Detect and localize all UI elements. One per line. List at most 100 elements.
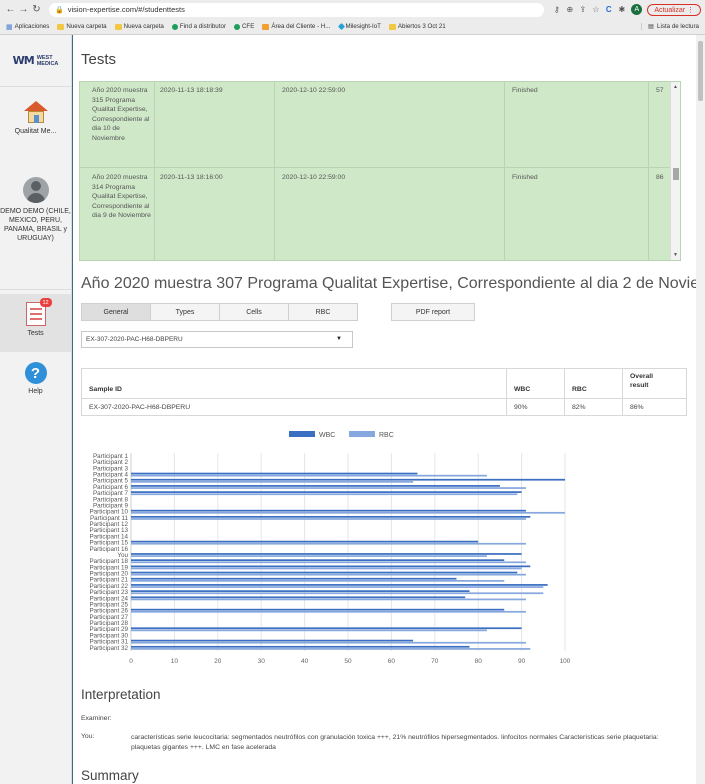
bookmark-label: Aplicaciones: [14, 23, 50, 30]
bookmark-folder-2[interactable]: Nueva carpeta: [114, 23, 164, 30]
help-question-icon: ?: [24, 362, 47, 384]
sidebar-item-label: Help: [28, 388, 43, 395]
cell-overall: 86%: [630, 404, 644, 411]
bar-rbc: [131, 629, 487, 632]
reload-icon[interactable]: ↻: [30, 4, 43, 15]
bar-wbc: [131, 571, 518, 574]
test-end: 2020-12-10 22:59:00: [282, 87, 346, 94]
sidebar-item-label: Qualitat Me...: [14, 128, 57, 135]
column-divider: [622, 369, 623, 415]
bookmarks-bar: ▦ Aplicaciones Nueva carpeta Nueva carpet…: [0, 19, 705, 34]
column-divider: [506, 369, 507, 415]
reading-list[interactable]: ▤ Lista de lectura: [641, 23, 699, 30]
browser-chrome: ← → ↻ 🔒 vision-expertise.com/#/studentte…: [0, 0, 705, 35]
star-icon[interactable]: ☆: [589, 5, 602, 14]
profile-avatar[interactable]: A: [631, 4, 643, 15]
scroll-up-icon[interactable]: ▲: [673, 84, 678, 90]
site-icon: [262, 23, 270, 30]
test-heading: Año 2020 muestra 307 Programa Qualitat E…: [81, 275, 696, 293]
bookmark-distributor[interactable]: Find a distributor: [171, 23, 226, 30]
test-status: Finished: [512, 87, 538, 94]
sample-select-value: EX-307-2020-PAC-H68-DBPERU: [86, 336, 183, 343]
bar-rbc: [131, 573, 526, 576]
diamond-icon: [337, 22, 345, 31]
bookmark-label: Área del Cliente - H...: [271, 23, 331, 30]
bookmark-label: Nueva carpeta: [66, 23, 107, 30]
table-row[interactable]: Año 2020 muestra 314 Programa Qualitat E…: [80, 169, 670, 260]
test-name: Año 2020 muestra 314 Programa Qualitat E…: [92, 174, 151, 219]
address-bar[interactable]: 🔒 vision-expertise.com/#/studenttests: [49, 2, 545, 17]
table-row[interactable]: Año 2020 muestra 315 Programa Qualitat E…: [80, 82, 670, 168]
extension-c-icon[interactable]: C: [602, 5, 615, 14]
bar-rbc: [131, 598, 526, 601]
bookmark-label: Nueva carpeta: [123, 23, 164, 30]
page-scroll-thumb[interactable]: [698, 41, 703, 101]
cell-wbc: 90%: [514, 404, 528, 411]
puzzle-icon[interactable]: ✱: [615, 5, 628, 14]
tab-general[interactable]: General: [81, 303, 151, 321]
key-icon[interactable]: ⚷: [550, 5, 563, 14]
column-divider: [274, 82, 275, 260]
sidebar-item-help[interactable]: ? Help: [0, 352, 71, 395]
table-row: EX-307-2020-PAC-H68-DBPERU 90% 82% 86%: [82, 399, 686, 416]
bar-rbc: [131, 567, 522, 570]
legend-swatch: [289, 431, 315, 437]
x-tick-label: 50: [344, 658, 352, 665]
bookmark-abiertos[interactable]: Abiertos 3 Oct 21: [388, 23, 446, 30]
legend-label: RBC: [379, 432, 394, 439]
header-wbc: WBC: [514, 386, 531, 393]
scroll-down-icon[interactable]: ▼: [673, 252, 678, 258]
tab-types[interactable]: Types: [150, 303, 220, 321]
bar-wbc: [131, 540, 479, 543]
bar-wbc: [131, 509, 526, 512]
zoom-icon[interactable]: ⊕: [563, 5, 576, 14]
update-label: Actualizar: [654, 6, 686, 14]
bookmark-label: Milesight-IoT: [345, 23, 381, 30]
tab-rbc[interactable]: RBC: [288, 303, 358, 321]
page-title: Tests: [81, 51, 117, 68]
test-start: 2020-11-13 18:18:39: [160, 87, 223, 94]
sidebar-item-user[interactable]: DEMO DEMO (CHILE, MEXICO, PERU, PANAMA, …: [0, 165, 71, 290]
bookmark-cfe[interactable]: CFE: [233, 23, 254, 30]
clipboard-icon: 12: [25, 298, 52, 326]
page-scrollbar[interactable]: [696, 35, 705, 784]
bar-wbc: [131, 627, 522, 630]
forward-icon[interactable]: →: [17, 4, 30, 15]
bar-rbc: [131, 480, 414, 483]
bar-wbc: [131, 590, 470, 592]
bookmark-area-cliente[interactable]: Área del Cliente - H...: [262, 23, 331, 30]
interpretation-title: Interpretation: [81, 687, 161, 702]
bar-rbc: [131, 592, 544, 595]
sidebar-item-tests[interactable]: 12 Tests: [0, 294, 71, 352]
test-start: 2020-11-13 18:16:00: [160, 174, 223, 181]
folder-icon: [388, 23, 396, 30]
pdf-report-button[interactable]: PDF report: [391, 303, 475, 321]
bookmark-folder-1[interactable]: Nueva carpeta: [57, 23, 107, 30]
test-score: 57: [656, 87, 664, 94]
update-button[interactable]: Actualizar ⋮: [647, 3, 701, 16]
tests-table-scrollbar[interactable]: ▲ ▼: [670, 82, 680, 260]
sidebar-item-qualitat[interactable]: Qualitat Me...: [0, 87, 71, 165]
test-status: Finished: [512, 174, 538, 181]
header-rbc: RBC: [572, 386, 587, 393]
share-icon[interactable]: ⇪: [576, 5, 589, 14]
sample-select[interactable]: EX-307-2020-PAC-H68-DBPERU ▼: [81, 331, 353, 348]
test-heading-text: Año 2020 muestra 307 Programa Qualitat E…: [81, 275, 696, 292]
column-divider: [648, 82, 649, 260]
logo-words: WEST MEDICA: [37, 55, 59, 67]
x-tick-label: 30: [258, 658, 266, 665]
scroll-thumb[interactable]: [673, 168, 679, 180]
bookmark-apps[interactable]: ▦ Aplicaciones: [6, 23, 49, 31]
tab-cells[interactable]: Cells: [219, 303, 289, 321]
back-icon[interactable]: ←: [4, 4, 17, 15]
logo-word: MEDICA: [36, 60, 59, 67]
bar-rbc: [131, 648, 531, 650]
participants-bar-chart: WBC RBC 0 10 20 30 40 50 60 70 80 90 100 Participant …: [89, 431, 571, 665]
bar-rbc: [131, 610, 526, 613]
westmedica-logo[interactable]: WM WEST MEDICA: [0, 35, 71, 87]
header-sample-id: Sample ID: [89, 386, 122, 393]
results-header: Sample ID WBC RBC Overall result: [82, 369, 686, 399]
column-divider: [564, 369, 565, 415]
bookmark-milesight[interactable]: Milesight-IoT: [337, 22, 381, 31]
y-tick-label: Participant 32: [89, 645, 128, 652]
